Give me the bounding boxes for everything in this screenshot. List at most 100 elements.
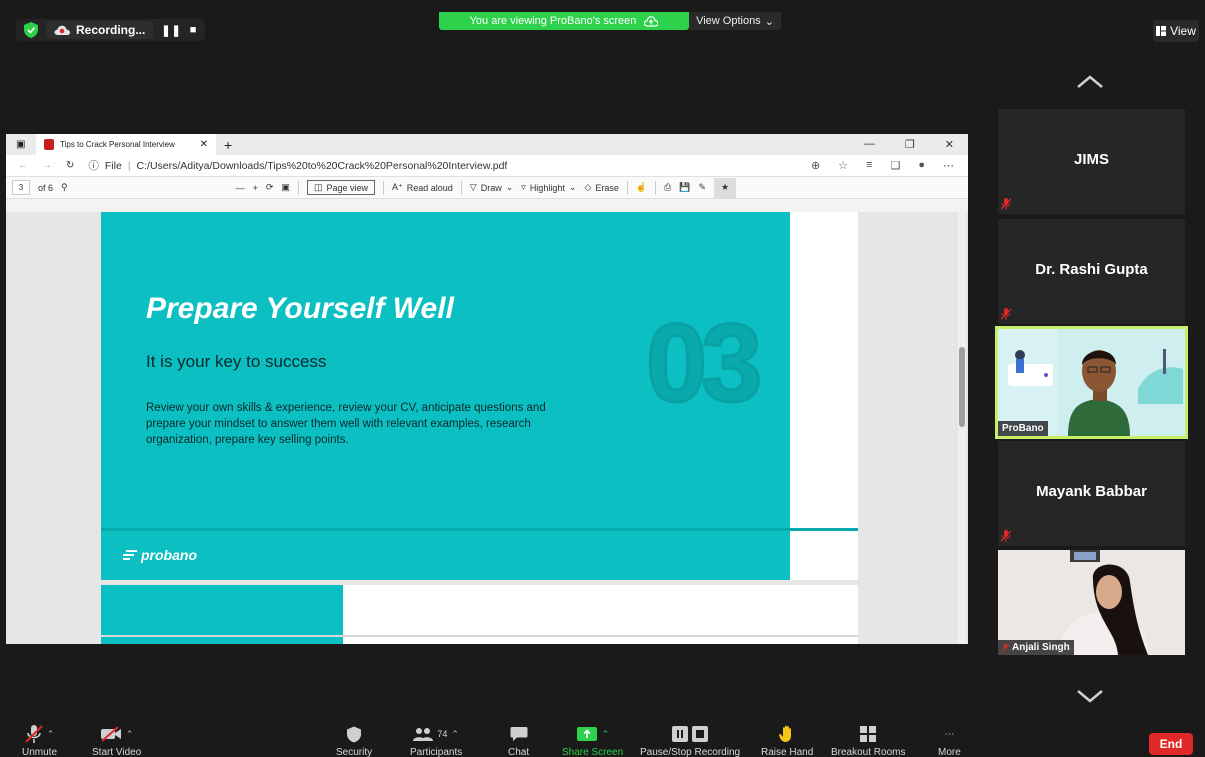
browser-tab[interactable]: Tips to Crack Personal Interview ✕ xyxy=(36,134,216,155)
participant-video xyxy=(998,329,1185,436)
pdf-viewer[interactable]: 03 Prepare Yourself Well It is your key … xyxy=(6,212,968,644)
chevron-down-icon[interactable] xyxy=(1075,686,1105,706)
raise-hand-button[interactable]: Raise Hand xyxy=(761,723,813,757)
erase-label: Erase xyxy=(595,182,619,193)
chevron-up-icon[interactable]: ⌃ xyxy=(602,729,610,740)
start-video-button[interactable]: ⌃ Start Video xyxy=(92,723,141,757)
divider xyxy=(655,180,657,195)
touch-icon[interactable]: ☝ xyxy=(636,182,647,193)
scrollbar-thumb[interactable] xyxy=(959,347,965,427)
participant-tile-rashi-gupta[interactable]: Dr. Rashi Gupta xyxy=(998,219,1185,324)
grid-view-icon xyxy=(1156,26,1167,36)
participants-button[interactable]: 74 ⌃ Participants xyxy=(410,723,462,757)
page-view-label: Page view xyxy=(326,182,368,193)
new-tab-button[interactable]: + xyxy=(224,137,232,153)
pin-toolbar-icon[interactable]: ★ xyxy=(714,177,737,198)
participant-tile-anjali-singh[interactable]: Anjali Singh xyxy=(998,550,1185,655)
viewing-banner-text: You are viewing ProBano's screen xyxy=(469,15,637,27)
chevron-up-icon[interactable]: ⌃ xyxy=(451,729,459,740)
video-off-icon xyxy=(100,726,121,742)
print-icon[interactable]: ⎙ xyxy=(664,182,671,193)
close-tab-icon[interactable]: ✕ xyxy=(200,139,208,150)
mic-muted-icon xyxy=(1001,530,1011,542)
breakout-rooms-label: Breakout Rooms xyxy=(831,747,906,757)
participant-tile-probano[interactable]: ProBano xyxy=(995,326,1188,439)
profile-avatar[interactable]: ● xyxy=(918,159,925,172)
logo-text: probano xyxy=(141,547,197,563)
mic-muted-icon xyxy=(25,725,43,743)
highlight-button[interactable]: ▿ Highlight ⌄ xyxy=(521,182,576,193)
mic-muted-icon xyxy=(1001,308,1011,320)
zoom-out-icon[interactable]: — xyxy=(236,183,245,193)
participant-tile-mayank-babbar[interactable]: Mayank Babbar xyxy=(998,441,1185,546)
read-aloud-icon: A⁺ xyxy=(391,182,403,192)
pause-stop-recording-button[interactable]: Pause/Stop Recording xyxy=(640,723,740,757)
tab-title: Tips to Crack Personal Interview xyxy=(60,140,175,149)
page-view-button[interactable]: ◫ Page view xyxy=(306,180,375,195)
chat-button[interactable]: Chat xyxy=(508,723,529,757)
view-label: View xyxy=(1170,24,1196,38)
chevron-up-icon[interactable]: ⌃ xyxy=(47,729,55,740)
video-frame-image xyxy=(998,329,1185,436)
next-slide-divider xyxy=(101,635,858,637)
share-screen-button[interactable]: ⌃ Share Screen xyxy=(562,723,623,757)
restore-icon[interactable]: ❐ xyxy=(905,138,915,151)
raise-hand-icon xyxy=(779,725,792,742)
zoom-in-icon[interactable]: + xyxy=(253,183,258,193)
view-button[interactable]: View xyxy=(1153,20,1199,42)
divider xyxy=(382,180,384,195)
unmute-button[interactable]: ⌃ Unmute xyxy=(22,723,57,757)
zoom-icon[interactable]: ⊕ xyxy=(811,159,820,172)
forward-icon[interactable]: → xyxy=(42,160,52,171)
end-meeting-button[interactable]: End xyxy=(1149,733,1193,755)
draw-button[interactable]: ▽ Draw ⌄ xyxy=(470,182,513,193)
chevron-up-icon[interactable]: ⌃ xyxy=(126,729,134,740)
url-field[interactable]: ⓘ File | C:/Users/Aditya/Downloads/Tips%… xyxy=(88,158,507,173)
chevron-down-icon: ⌄ xyxy=(568,182,577,192)
fit-page-icon[interactable]: ▣ xyxy=(281,182,290,193)
erase-button[interactable]: ◇ Erase xyxy=(584,182,618,193)
divider xyxy=(460,180,462,195)
participant-tile-jims[interactable]: JIMS xyxy=(998,109,1185,214)
more-options-icon[interactable]: ⋯ xyxy=(943,159,954,172)
favorite-icon[interactable]: ☆ xyxy=(838,159,848,172)
collections-icon[interactable]: ❏ xyxy=(890,159,900,172)
search-icon[interactable]: ⚲ xyxy=(61,182,68,193)
meeting-toolbar: ⌃ Unmute ⌃ Start Video Security 74 ⌃ Par… xyxy=(0,719,1205,757)
refresh-icon[interactable]: ↻ xyxy=(66,160,74,171)
breakout-rooms-button[interactable]: Breakout Rooms xyxy=(831,723,905,757)
eraser-icon: ◇ xyxy=(584,182,592,192)
pdf-scrollbar[interactable] xyxy=(958,212,966,644)
info-icon: ⓘ xyxy=(88,160,99,172)
chevron-up-icon[interactable] xyxy=(1075,72,1105,92)
unmute-label: Unmute xyxy=(22,747,58,757)
raise-hand-label: Raise Hand xyxy=(761,747,814,757)
read-aloud-button[interactable]: A⁺ Read aloud xyxy=(392,182,453,193)
favorites-list-icon[interactable]: ≡ xyxy=(866,159,872,172)
divider xyxy=(297,180,299,195)
shield-icon[interactable] xyxy=(24,22,38,38)
save-icon[interactable]: 💾 xyxy=(679,182,690,193)
pause-stop-recording-label: Pause/Stop Recording xyxy=(640,747,741,757)
minimize-icon[interactable]: — xyxy=(864,138,875,151)
save-as-icon[interactable]: ✎ xyxy=(698,182,706,193)
participants-label: Participants xyxy=(410,747,463,757)
rotate-icon[interactable]: ⟳ xyxy=(266,182,274,193)
participant-name: ProBano xyxy=(998,421,1048,436)
shield-icon xyxy=(347,726,362,742)
recording-pill: Recording... ❚❚ ■ xyxy=(16,19,206,41)
pdf-next-page xyxy=(101,585,858,644)
more-button[interactable]: ⋯ More xyxy=(938,723,961,757)
view-options-dropdown[interactable]: View Options ⌄ xyxy=(689,12,781,30)
close-window-icon[interactable]: ✕ xyxy=(945,138,954,151)
security-button[interactable]: Security xyxy=(336,723,372,757)
page-number-input[interactable]: 3 xyxy=(12,180,30,195)
back-icon[interactable]: ← xyxy=(18,160,28,171)
slide-title: Prepare Yourself Well xyxy=(146,292,454,325)
pdf-icon xyxy=(44,139,54,150)
pause-recording-icon[interactable]: ❚❚ xyxy=(161,24,181,37)
page-total: of 6 xyxy=(38,182,54,193)
tab-actions-icon[interactable]: ▣ xyxy=(16,139,25,150)
pdf-page: 03 Prepare Yourself Well It is your key … xyxy=(101,212,858,580)
stop-recording-icon[interactable]: ■ xyxy=(190,24,198,36)
